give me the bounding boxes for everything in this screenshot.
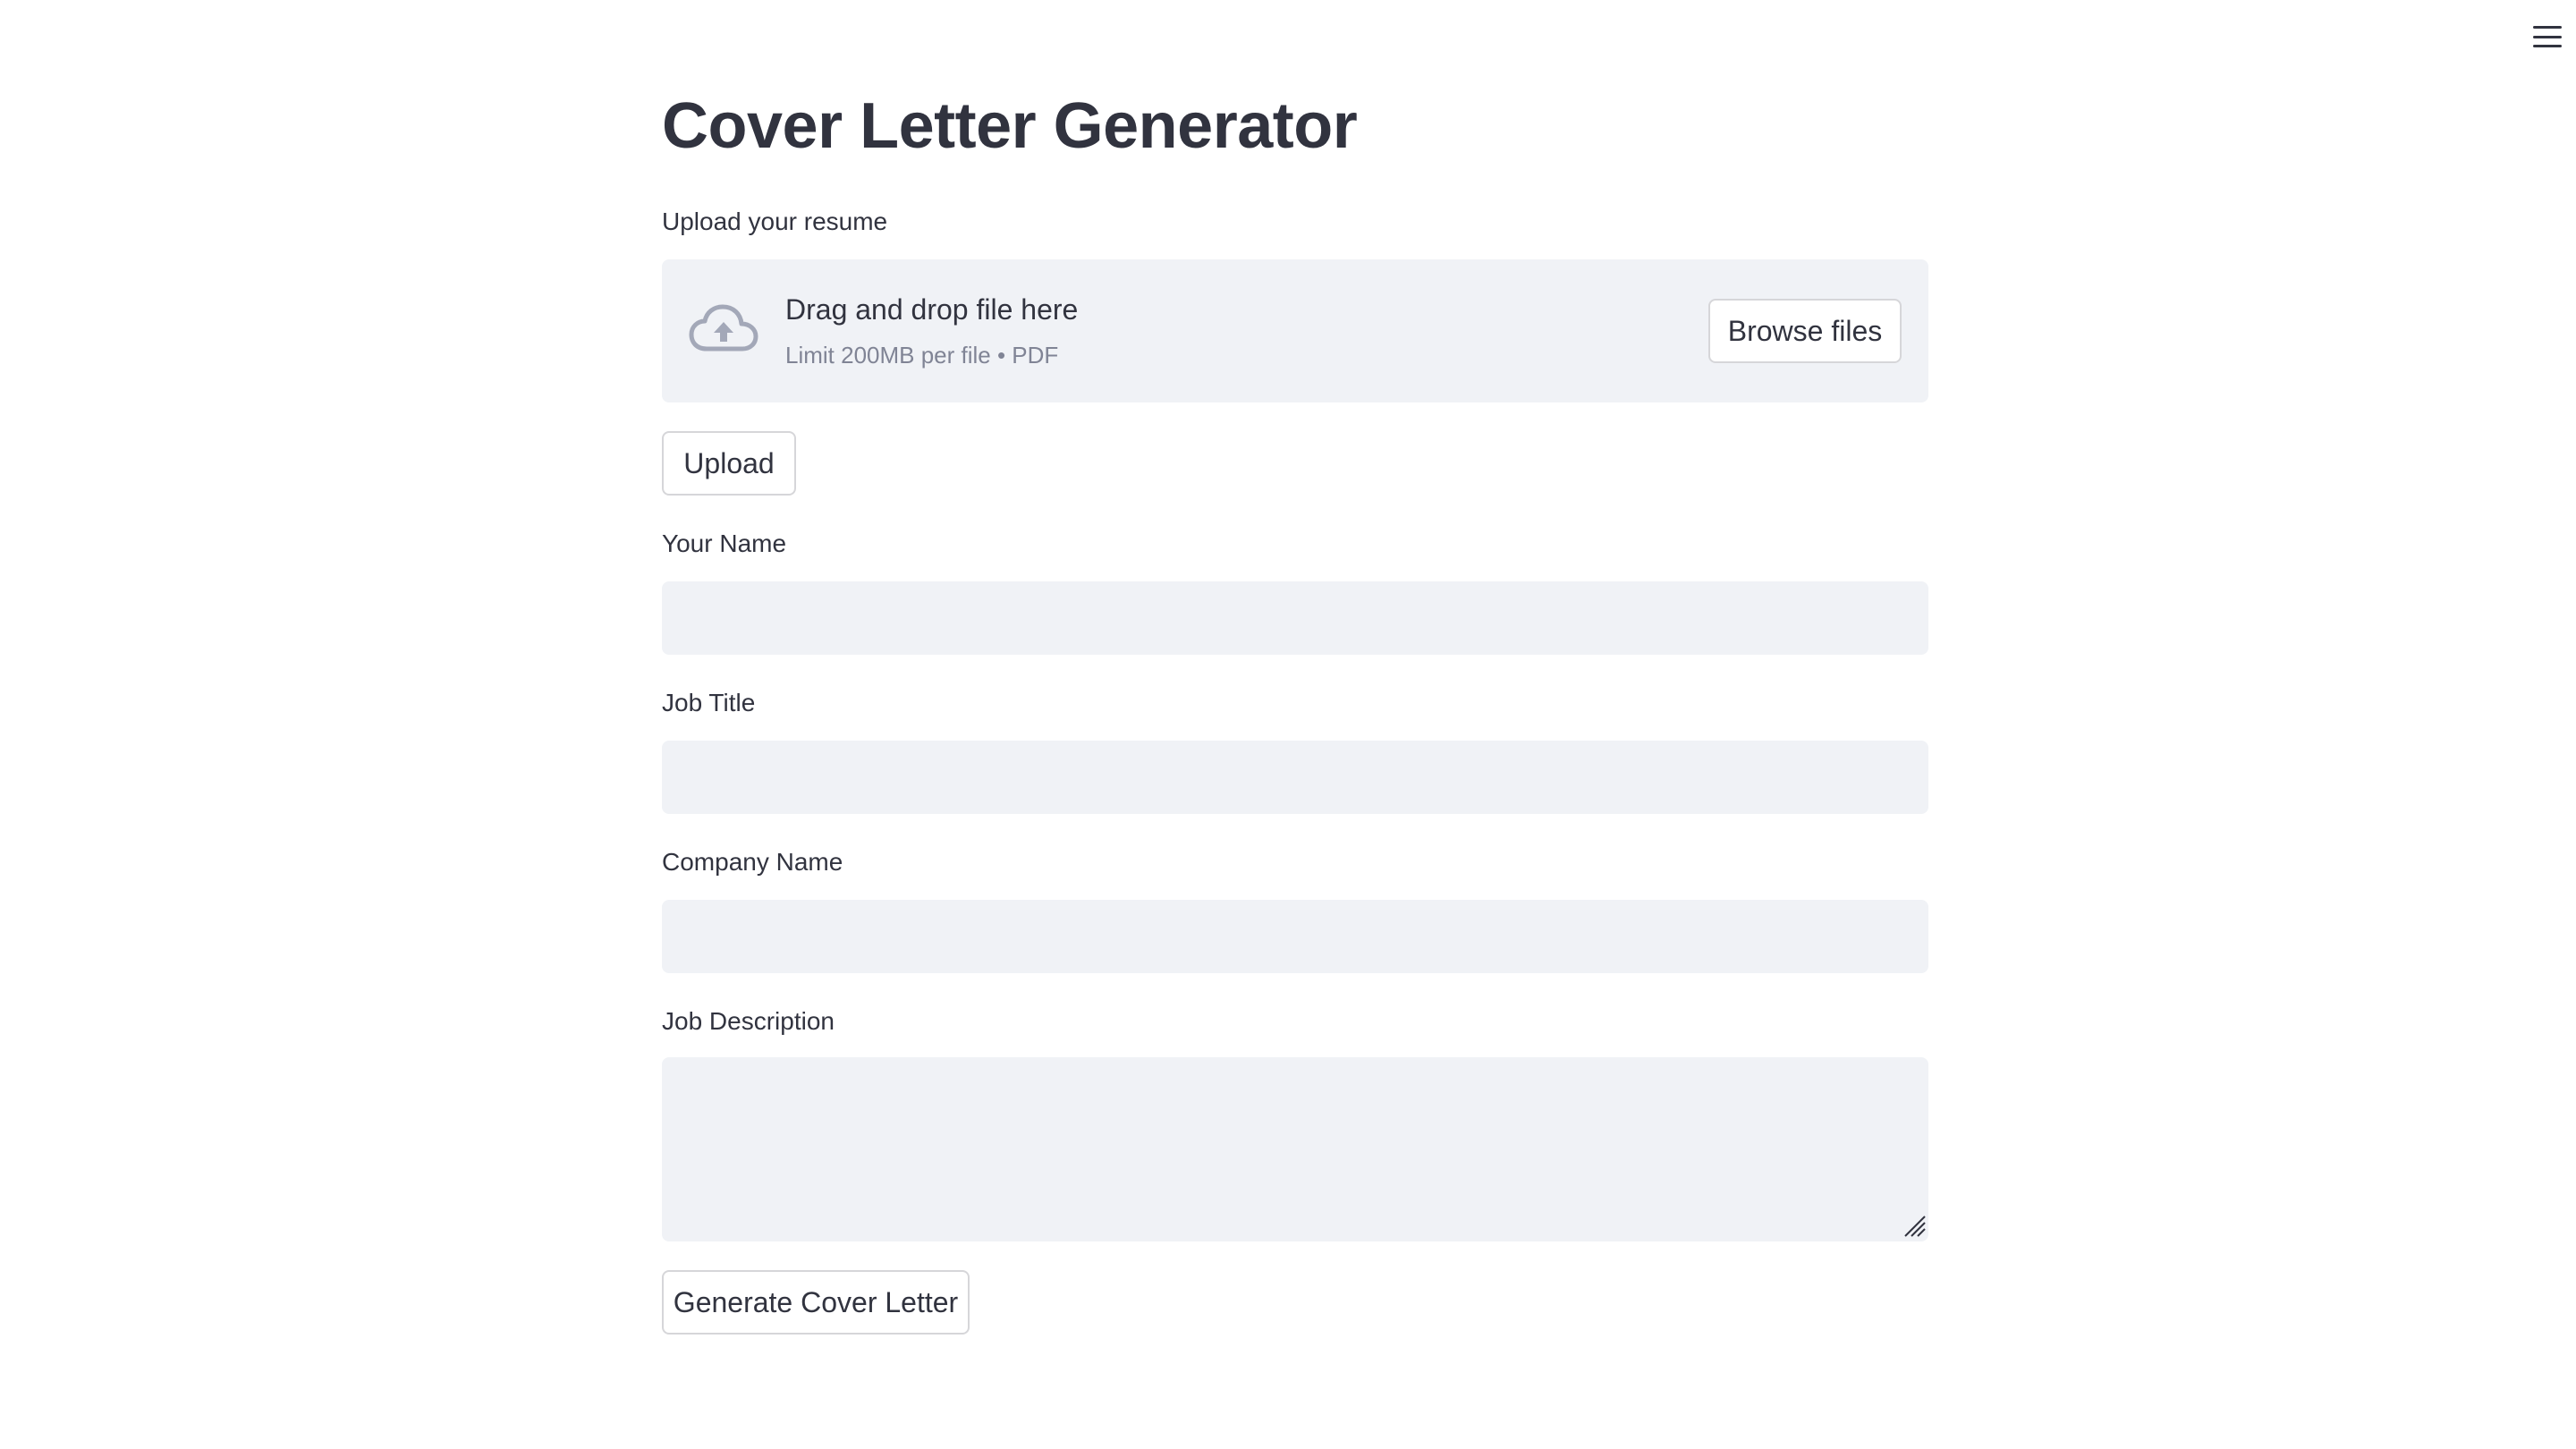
hamburger-menu-icon-bar bbox=[2533, 26, 2562, 29]
dropzone-file-limit: Limit 200MB per file • PDF bbox=[785, 342, 1059, 369]
your-name-input[interactable] bbox=[662, 581, 1928, 655]
company-name-label: Company Name bbox=[662, 848, 843, 876]
job-description-label: Job Description bbox=[662, 1007, 835, 1035]
hamburger-menu-icon-bar bbox=[2533, 45, 2562, 47]
job-title-label: Job Title bbox=[662, 689, 756, 716]
resume-uploader-label: Upload your resume bbox=[662, 208, 888, 235]
hamburger-menu-icon-bar bbox=[2533, 35, 2562, 38]
resize-handle-icon[interactable] bbox=[1902, 1213, 1927, 1238]
dropzone-instructions: Drag and drop file here bbox=[785, 293, 1079, 326]
job-description-textarea[interactable] bbox=[662, 1057, 1928, 1241]
cloud-upload-icon bbox=[689, 304, 758, 352]
upload-button[interactable]: Upload bbox=[662, 431, 796, 496]
company-name-input[interactable] bbox=[662, 900, 1928, 973]
browse-files-button[interactable]: Browse files bbox=[1708, 299, 1902, 363]
job-title-input[interactable] bbox=[662, 741, 1928, 814]
generate-cover-letter-button[interactable]: Generate Cover Letter bbox=[662, 1270, 970, 1335]
page-title: Cover Letter Generator bbox=[662, 90, 1358, 162]
file-dropzone[interactable]: Drag and drop file here Limit 200MB per … bbox=[662, 259, 1928, 402]
your-name-label: Your Name bbox=[662, 530, 787, 557]
main-menu-button[interactable] bbox=[2528, 23, 2567, 50]
